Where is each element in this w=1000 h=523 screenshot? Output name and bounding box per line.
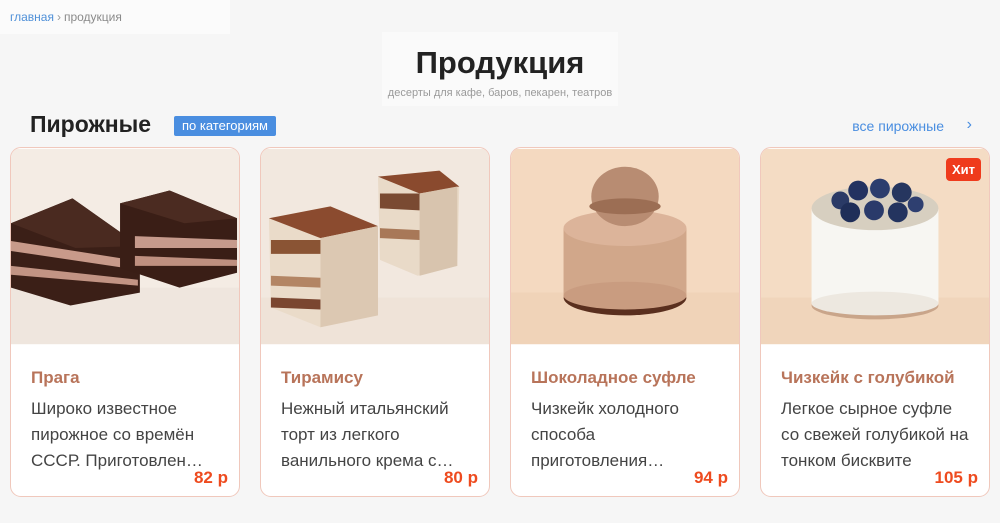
product-card-chocolate-souffle[interactable]: Шоколадное суфле Чизкейк холодного спосо… bbox=[510, 147, 740, 497]
breadcrumb-home-link[interactable]: главная bbox=[10, 10, 54, 24]
product-card-praga[interactable]: Прага Широко известное пирожное со времё… bbox=[10, 147, 240, 497]
breadcrumb-separator: › bbox=[56, 10, 61, 24]
product-price: 80 р bbox=[443, 468, 478, 487]
page-subtitle: десерты для кафе, баров, пекарен, театро… bbox=[387, 87, 613, 99]
product-description: Легкое сырное суфле со свежей голубикой … bbox=[781, 399, 969, 470]
product-card-tiramisu[interactable]: Тирамису Нежный итальянский торт из легк… bbox=[260, 147, 490, 497]
product-name[interactable]: Тирамису bbox=[281, 368, 363, 388]
product-description: Широко известное пирожное со времён СССР… bbox=[31, 399, 203, 470]
product-price: 82 р bbox=[193, 468, 228, 487]
product-description: Чизкейк холодного способа приготовления… bbox=[531, 399, 679, 470]
breadcrumb: главная › продукция bbox=[0, 0, 230, 34]
section-title: Пирожные bbox=[30, 111, 152, 137]
product-price: 94 р bbox=[693, 468, 728, 487]
product-card-blueberry-cheesecake[interactable]: Хит Чизкейк с голубикой Легкое сырное су… bbox=[760, 147, 990, 497]
chevron-right-icon[interactable]: › bbox=[967, 116, 972, 134]
product-image-praga[interactable] bbox=[11, 148, 239, 345]
hit-badge: Хит bbox=[945, 158, 981, 181]
product-name[interactable]: Чизкейк с голубикой bbox=[781, 368, 955, 388]
page-title: Продукция bbox=[415, 45, 585, 80]
category-badge-button[interactable]: по категориям bbox=[174, 116, 276, 136]
product-name[interactable]: Шоколадное суфле bbox=[531, 368, 696, 388]
product-description: Нежный итальянский торт из легкого ванил… bbox=[281, 399, 454, 470]
breadcrumb-current: продукция bbox=[63, 10, 122, 24]
all-pastries-link[interactable]: все пирожные bbox=[852, 118, 944, 134]
product-image-tiramisu[interactable] bbox=[261, 148, 489, 345]
product-name[interactable]: Прага bbox=[31, 368, 80, 388]
product-image-chocolate-souffle[interactable] bbox=[511, 148, 739, 345]
product-price: 105 р bbox=[934, 468, 978, 487]
